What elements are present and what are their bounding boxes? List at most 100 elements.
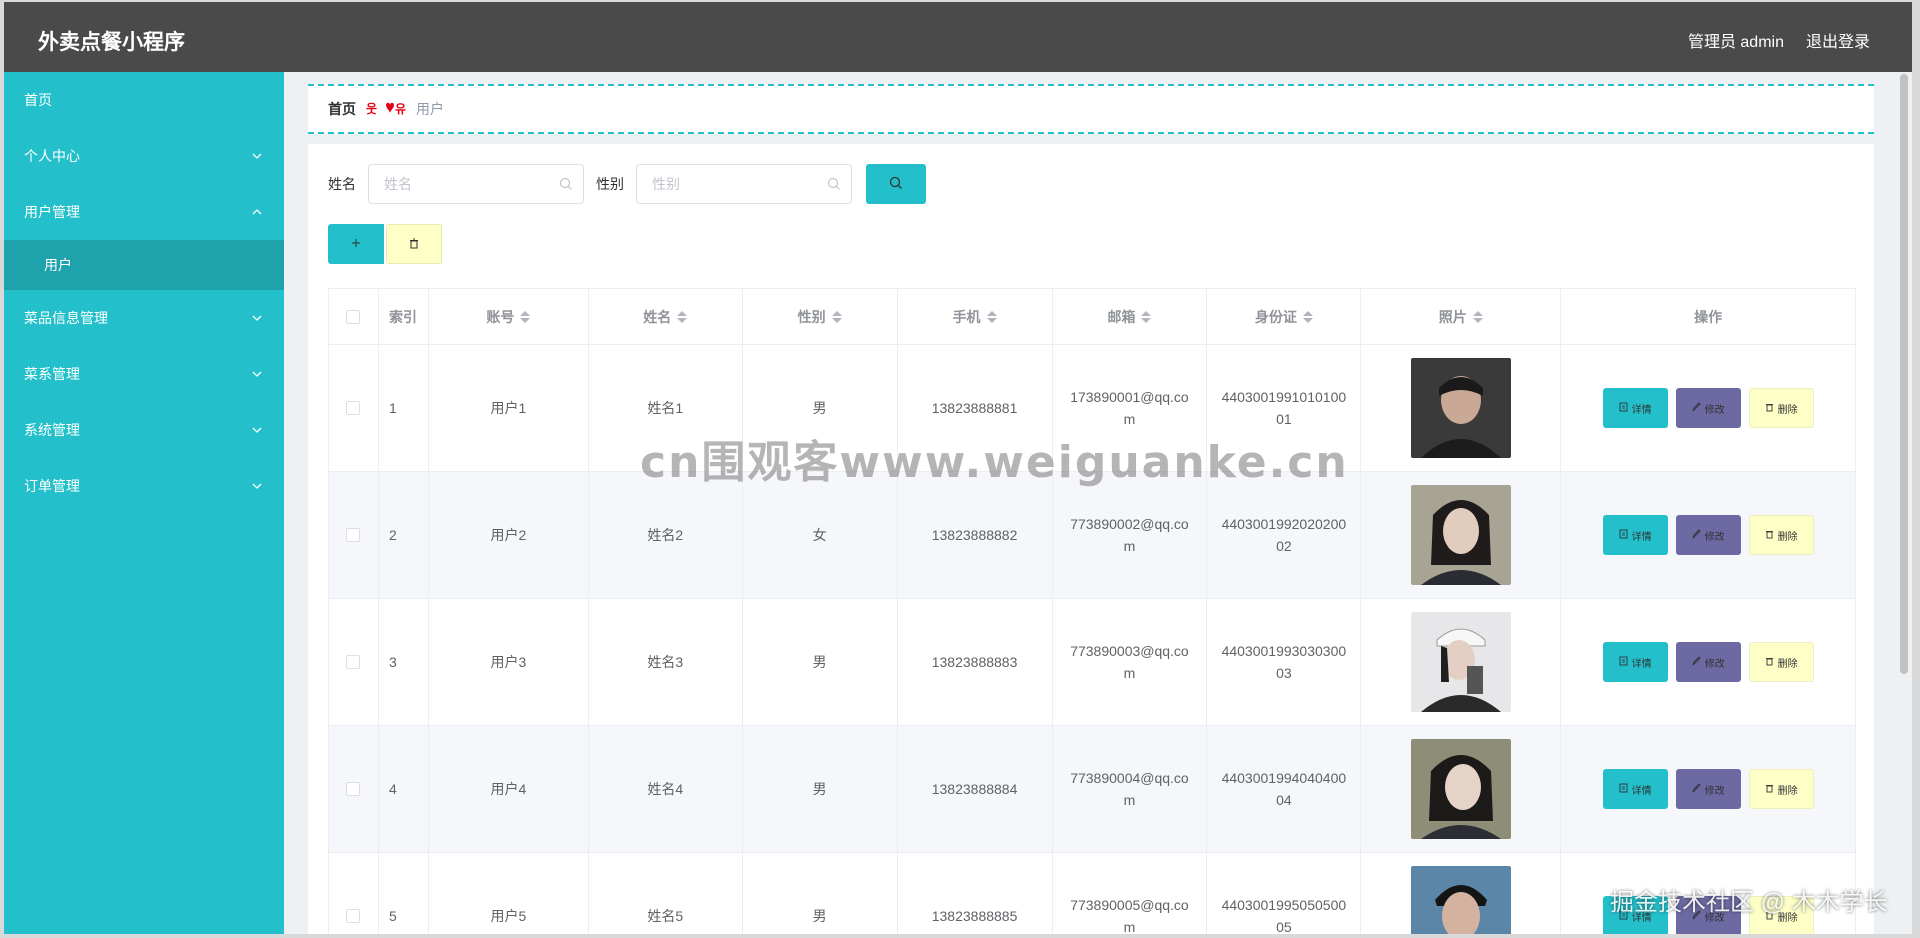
cell-email: 773890005@qq.com bbox=[1053, 853, 1208, 934]
breadcrumb: 首页 웃 유 用户 bbox=[308, 84, 1874, 134]
name-search-input[interactable] bbox=[369, 165, 549, 203]
chevron-down-icon bbox=[250, 402, 264, 458]
bulk-actions bbox=[328, 224, 442, 264]
sidebar-item-profile[interactable]: 个人中心 bbox=[4, 128, 284, 184]
detail-button[interactable]: 详情 bbox=[1602, 642, 1668, 682]
search-icon bbox=[889, 176, 903, 193]
sidebar-item-system[interactable]: 系统管理 bbox=[4, 402, 284, 458]
header-photo[interactable]: 照片 bbox=[1361, 289, 1562, 345]
add-button[interactable] bbox=[328, 224, 384, 264]
user-photo[interactable] bbox=[1410, 739, 1511, 839]
delete-button[interactable]: 删除 bbox=[1748, 515, 1814, 555]
header-label: 索引 bbox=[388, 308, 417, 325]
sort-icon[interactable] bbox=[1302, 310, 1313, 323]
cell-name: 姓名2 bbox=[588, 472, 743, 599]
cell-phone: 13823888883 bbox=[897, 599, 1053, 726]
sort-icon[interactable] bbox=[520, 310, 531, 323]
vertical-scrollbar[interactable] bbox=[1900, 74, 1908, 674]
app-title: 外卖点餐小程序 bbox=[38, 31, 185, 54]
table-header-row: 索引 账号 姓名 性别 手机 邮箱 身份证 照片 操作 bbox=[329, 289, 1856, 345]
header-name[interactable]: 姓名 bbox=[588, 289, 743, 345]
detail-button[interactable]: 详情 bbox=[1602, 388, 1668, 428]
sort-icon[interactable] bbox=[831, 310, 842, 323]
row-checkbox[interactable] bbox=[346, 401, 361, 415]
row-checkbox-cell bbox=[329, 599, 379, 726]
user-photo[interactable] bbox=[1410, 358, 1511, 458]
idcard-text: 440300199101010001 bbox=[1221, 389, 1347, 427]
edit-button[interactable]: 修改 bbox=[1675, 515, 1741, 555]
row-checkbox[interactable] bbox=[346, 655, 361, 669]
edit-button[interactable]: 修改 bbox=[1675, 388, 1741, 428]
detail-button[interactable]: 详情 bbox=[1602, 515, 1668, 555]
row-checkbox-cell bbox=[329, 345, 379, 472]
cell-phone: 13823888882 bbox=[897, 472, 1053, 599]
pencil-icon bbox=[1692, 401, 1701, 415]
search-icon bbox=[827, 177, 841, 194]
edit-button[interactable]: 修改 bbox=[1675, 769, 1741, 809]
header-label: 账号 bbox=[486, 308, 515, 325]
header-label: 邮箱 bbox=[1107, 308, 1136, 325]
document-icon bbox=[1619, 783, 1628, 796]
user-photo[interactable] bbox=[1410, 866, 1511, 934]
sidebar-item-label: 用户管理 bbox=[24, 204, 80, 220]
search-button[interactable] bbox=[866, 164, 926, 204]
row-checkbox[interactable] bbox=[346, 782, 361, 796]
bulk-delete-button[interactable] bbox=[386, 224, 442, 264]
cell-email: 773890003@qq.com bbox=[1052, 599, 1208, 726]
cell-index: 1 bbox=[378, 345, 429, 472]
cell-account: 用户1 bbox=[428, 345, 589, 472]
header-label: 身份证 bbox=[1254, 308, 1297, 325]
logout-link[interactable]: 退出登录 bbox=[1806, 28, 1870, 52]
sort-icon[interactable] bbox=[986, 310, 997, 323]
cell-email: 773890004@qq.com bbox=[1052, 726, 1208, 853]
cell-sex: 女 bbox=[742, 472, 898, 599]
cell-operations: 详情 修改 删除 bbox=[1561, 345, 1856, 472]
user-table: 索引 账号 姓名 性别 手机 邮箱 身份证 照片 操作 1 用户1 姓名1 男 bbox=[328, 288, 1856, 934]
user-photo[interactable] bbox=[1410, 485, 1511, 585]
top-header: 外卖点餐小程序 管理员 admin 退出登录 bbox=[4, 2, 1912, 72]
sort-icon[interactable] bbox=[1141, 310, 1152, 323]
header-idcard[interactable]: 身份证 bbox=[1207, 289, 1362, 345]
header-phone[interactable]: 手机 bbox=[897, 289, 1053, 345]
select-all-checkbox[interactable] bbox=[346, 309, 361, 324]
sidebar-item-dish-info[interactable]: 菜品信息管理 bbox=[4, 290, 284, 346]
delete-button[interactable]: 删除 bbox=[1748, 388, 1814, 428]
row-checkbox-cell bbox=[329, 472, 379, 599]
cell-name: 姓名4 bbox=[588, 726, 743, 853]
cell-sex: 男 bbox=[743, 853, 898, 934]
cell-idcard: 440300199202020002 bbox=[1207, 472, 1362, 599]
sidebar-item-user-management[interactable]: 用户管理 bbox=[4, 184, 284, 240]
cell-name: 姓名3 bbox=[588, 599, 743, 726]
sort-icon[interactable] bbox=[1472, 310, 1483, 323]
detail-button[interactable]: 详情 bbox=[1602, 769, 1668, 809]
header-label: 性别 bbox=[797, 308, 826, 325]
edit-button[interactable]: 修改 bbox=[1675, 642, 1741, 682]
cell-name: 姓名5 bbox=[589, 853, 743, 934]
svg-text:웃: 웃 bbox=[366, 102, 377, 115]
edit-label: 修改 bbox=[1704, 785, 1725, 797]
delete-button[interactable]: 删除 bbox=[1748, 642, 1814, 682]
row-checkbox[interactable] bbox=[346, 528, 361, 542]
table-row: 3 用户3 姓名3 男 13823888883 773890003@qq.com… bbox=[329, 599, 1856, 726]
document-icon bbox=[1619, 402, 1628, 415]
idcard-text: 440300199404040004 bbox=[1221, 770, 1347, 808]
header-account[interactable]: 账号 bbox=[428, 289, 589, 345]
row-checkbox[interactable] bbox=[346, 909, 361, 923]
pencil-icon bbox=[1692, 655, 1701, 669]
sort-icon[interactable] bbox=[677, 310, 688, 323]
breadcrumb-home[interactable]: 首页 bbox=[328, 99, 356, 119]
header-sex[interactable]: 性别 bbox=[742, 289, 898, 345]
sidebar-item-orders[interactable]: 订单管理 bbox=[4, 458, 284, 514]
sidebar-item-cuisine[interactable]: 菜系管理 bbox=[4, 346, 284, 402]
header-email[interactable]: 邮箱 bbox=[1052, 289, 1208, 345]
cell-account: 用户5 bbox=[429, 853, 589, 934]
delete-label: 删除 bbox=[1777, 785, 1798, 797]
sidebar-item-home[interactable]: 首页 bbox=[4, 72, 284, 128]
breadcrumb-separator-icon: 웃 유 bbox=[366, 101, 406, 118]
sex-search-input[interactable] bbox=[637, 165, 817, 203]
cell-sex: 男 bbox=[742, 599, 898, 726]
user-photo[interactable] bbox=[1410, 612, 1511, 712]
sidebar-subitem-user[interactable]: 用户 bbox=[4, 240, 284, 290]
admin-label: 管理员 admin bbox=[1687, 34, 1784, 51]
delete-button[interactable]: 删除 bbox=[1748, 769, 1814, 809]
